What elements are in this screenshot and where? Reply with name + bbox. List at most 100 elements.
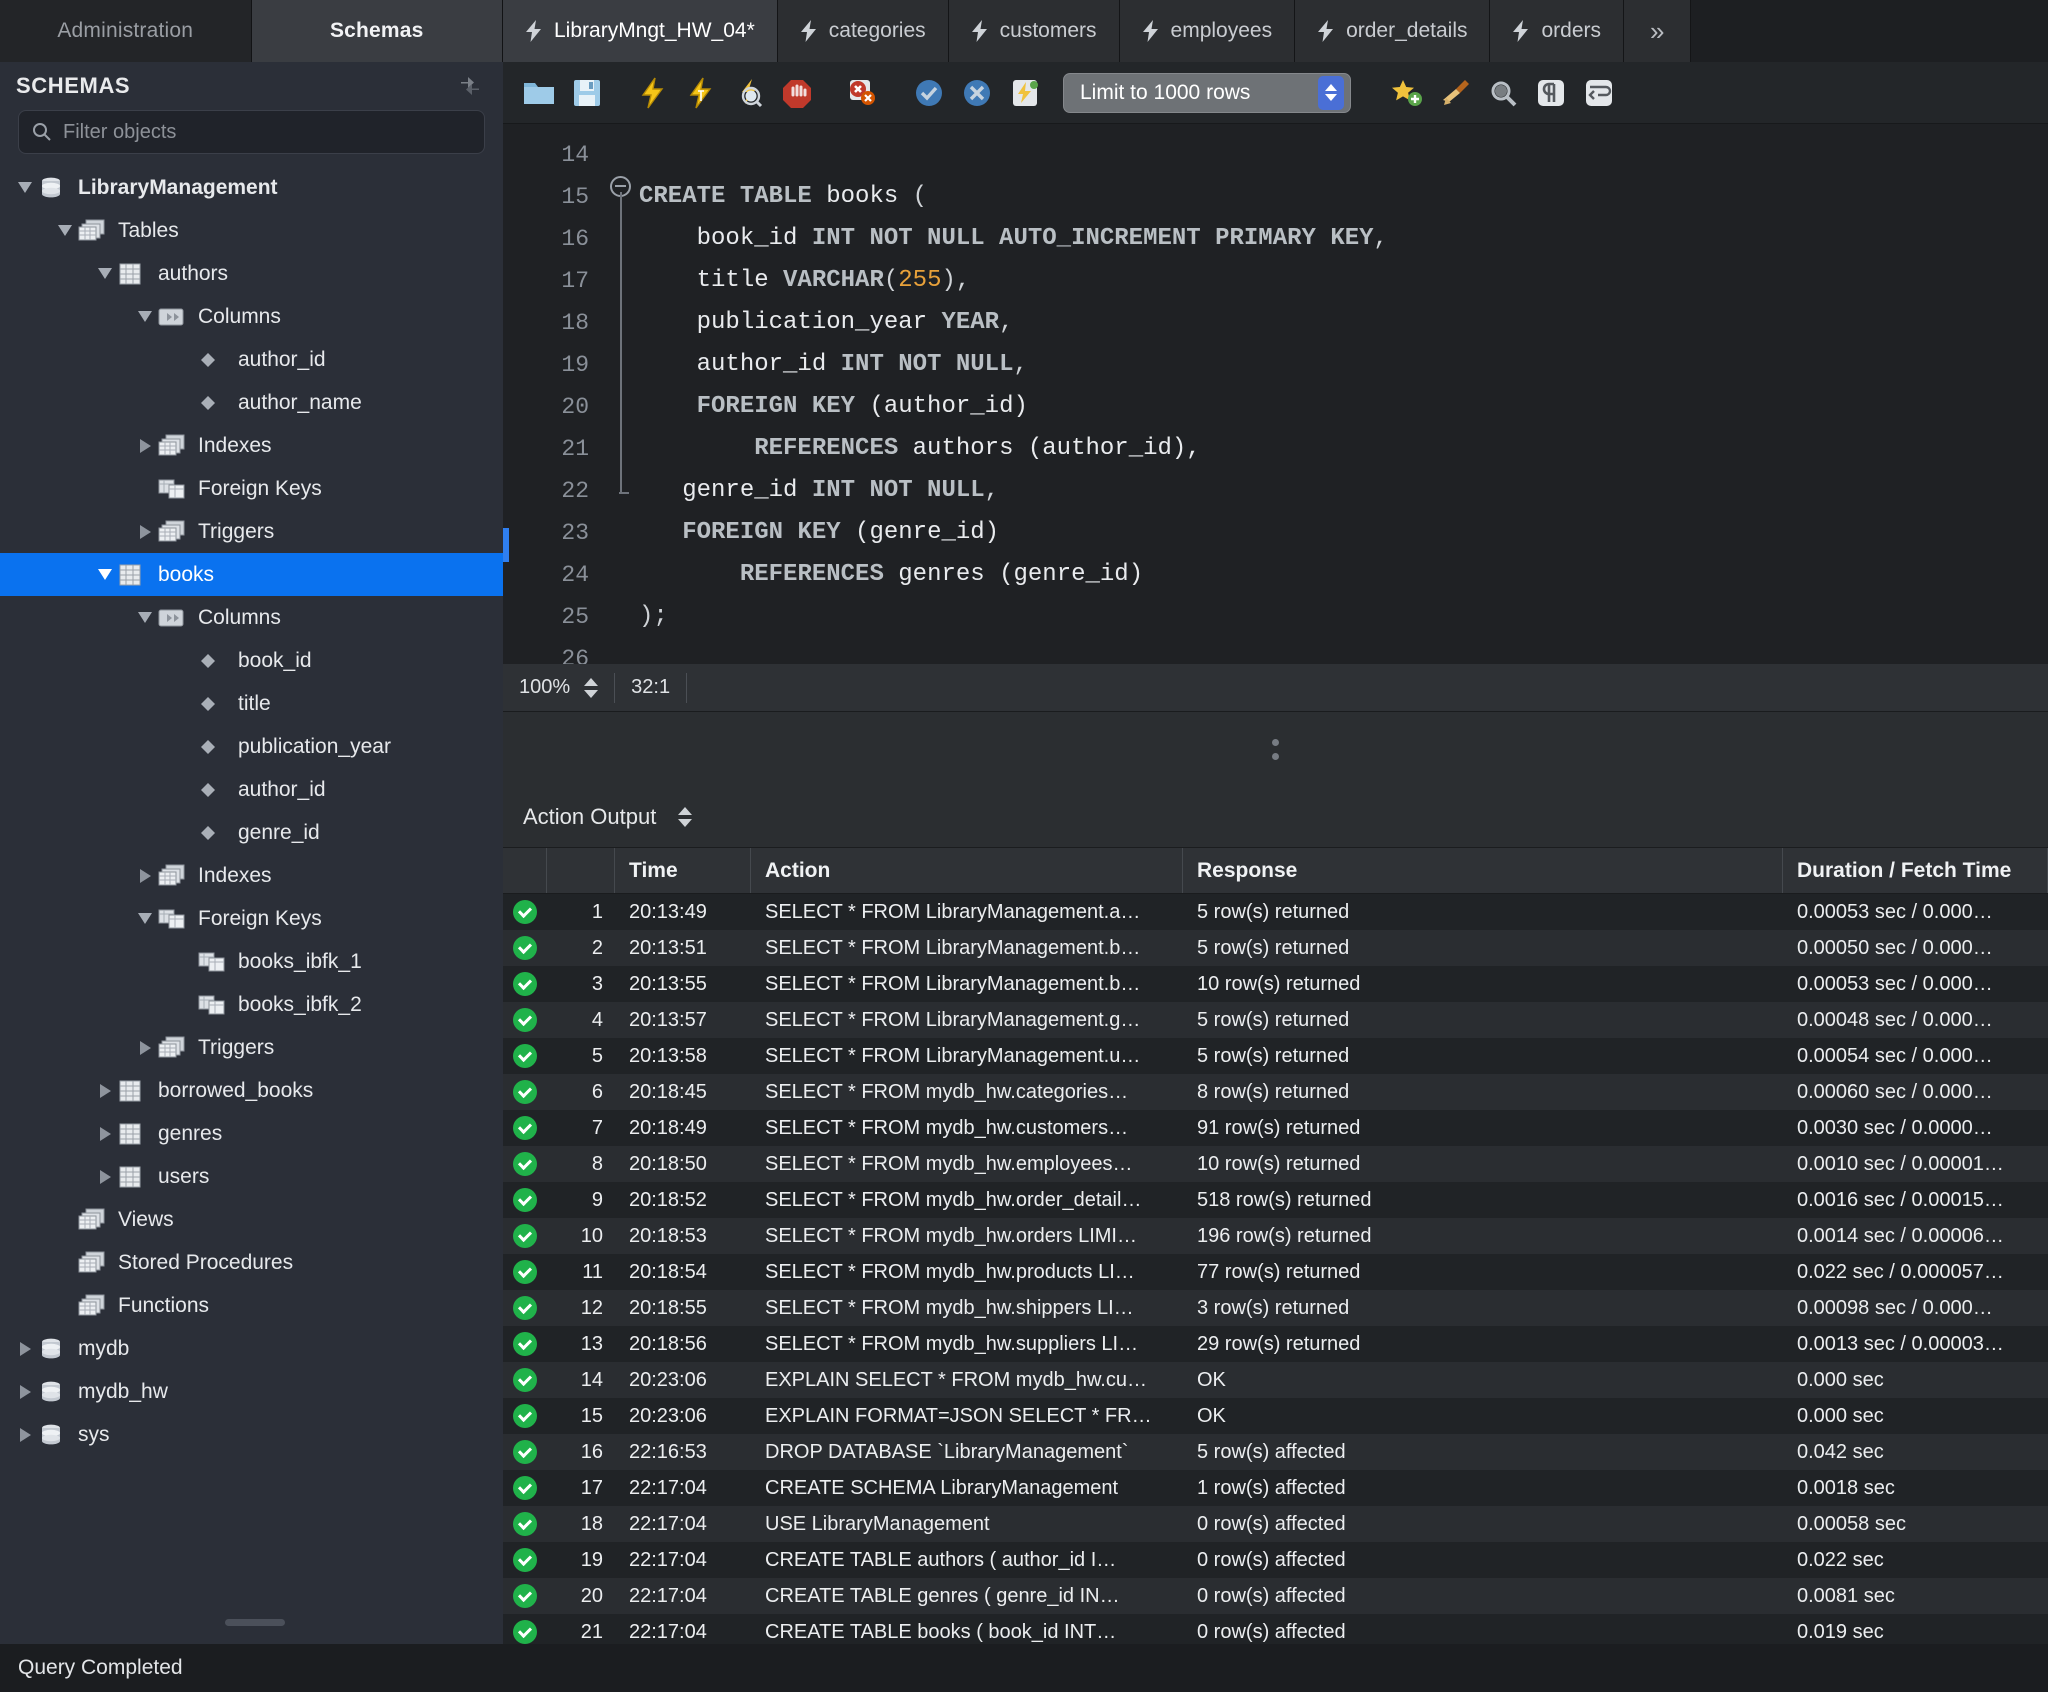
table-row[interactable]: 21 22:17:04 CREATE TABLE books ( book_id I… — [503, 1614, 2048, 1644]
execute-current-statement-icon[interactable] — [677, 69, 725, 117]
toggle-wrapping-icon[interactable] — [1575, 69, 1623, 117]
tree-twisty-icon[interactable] — [92, 1083, 118, 1098]
tab-administration[interactable]: Administration — [0, 0, 252, 62]
toggle-invisible-chars-icon[interactable] — [1527, 69, 1575, 117]
code-line[interactable]: book_id INT NOT NULL AUTO_INCREMENT PRIM… — [639, 218, 2048, 260]
tree-twisty-icon[interactable] — [52, 225, 78, 236]
table-row[interactable]: 15 20:23:06 EXPLAIN FORMAT=JSON SELECT * F… — [503, 1398, 2048, 1434]
code-line[interactable]: REFERENCES authors (author_id), — [639, 428, 2048, 470]
table-row[interactable]: 8 20:18:50 SELECT * FROM mydb_hw.employees… — [503, 1146, 2048, 1182]
tree-twisty-icon[interactable] — [132, 524, 158, 539]
tree-node-books_ibfk_2[interactable]: books_ibfk_2 — [0, 983, 503, 1026]
grid-column-header[interactable]: Duration / Fetch Time — [1783, 848, 2048, 893]
tree-node-columns[interactable]: Columns — [0, 295, 503, 338]
tree-node-books[interactable]: books — [0, 553, 503, 596]
tree-node-author_id[interactable]: author_id — [0, 338, 503, 381]
tree-node-users[interactable]: users — [0, 1155, 503, 1198]
sql-tab-librarymngt_hw_04[interactable]: LibraryMngt_HW_04* — [503, 0, 778, 62]
tree-node-author_name[interactable]: author_name — [0, 381, 503, 424]
table-row[interactable]: 10 20:18:53 SELECT * FROM mydb_hw.orders L… — [503, 1218, 2048, 1254]
sql-tab-categories[interactable]: categories — [777, 0, 949, 62]
table-row[interactable]: 4 20:13:57 SELECT * FROM LibraryManagement… — [503, 1002, 2048, 1038]
table-row[interactable]: 9 20:18:52 SELECT * FROM mydb_hw.order_det… — [503, 1182, 2048, 1218]
table-row[interactable]: 1 20:13:49 SELECT * FROM LibraryManagement… — [503, 894, 2048, 930]
tree-node-books_ibfk_1[interactable]: books_ibfk_1 — [0, 940, 503, 983]
code-line[interactable] — [639, 134, 2048, 176]
schema-tree[interactable]: LibraryManagement Tables authors Columns aut… — [0, 164, 503, 1644]
commit-icon[interactable] — [905, 69, 953, 117]
tree-node-columns[interactable]: Columns — [0, 596, 503, 639]
tree-node-sys[interactable]: sys — [0, 1413, 503, 1456]
tree-node-foreign-keys[interactable]: Foreign Keys — [0, 467, 503, 510]
table-row[interactable]: 12 20:18:55 SELECT * FROM mydb_hw.shippers… — [503, 1290, 2048, 1326]
code-line[interactable]: ); — [639, 596, 2048, 638]
grid-column-header[interactable] — [503, 848, 547, 893]
code-line[interactable]: publication_year YEAR, — [639, 302, 2048, 344]
tree-node-tables[interactable]: Tables — [0, 209, 503, 252]
code-line[interactable] — [639, 638, 2048, 664]
tree-node-title[interactable]: title — [0, 682, 503, 725]
tree-node-functions[interactable]: Functions — [0, 1284, 503, 1327]
tree-node-mydb_hw[interactable]: mydb_hw — [0, 1370, 503, 1413]
tree-twisty-icon[interactable] — [12, 1341, 38, 1356]
beautify-sql-icon[interactable] — [1431, 69, 1479, 117]
sql-code-content[interactable]: CREATE TABLE books ( book_id INT NOT NUL… — [639, 124, 2048, 664]
table-row[interactable]: 17 22:17:04 CREATE SCHEMA LibraryManagemen… — [503, 1470, 2048, 1506]
tree-node-views[interactable]: Views — [0, 1198, 503, 1241]
code-line[interactable]: genre_id INT NOT NULL, — [639, 470, 2048, 512]
tree-node-borrowed_books[interactable]: borrowed_books — [0, 1069, 503, 1112]
stop-execution-icon[interactable] — [773, 69, 821, 117]
tree-node-indexes[interactable]: Indexes — [0, 424, 503, 467]
table-row[interactable]: 7 20:18:49 SELECT * FROM mydb_hw.customers… — [503, 1110, 2048, 1146]
open-sql-script-icon[interactable] — [515, 69, 563, 117]
code-line[interactable]: FOREIGN KEY (genre_id) — [639, 512, 2048, 554]
row-limit-stepper-icon[interactable] — [1318, 75, 1344, 110]
search-input[interactable]: Filter objects — [18, 110, 485, 154]
row-limit-select[interactable]: Limit to 1000 rows — [1063, 72, 1351, 113]
stop-on-error-icon[interactable] — [839, 69, 887, 117]
tree-node-triggers[interactable]: Triggers — [0, 510, 503, 553]
tree-node-genre_id[interactable]: genre_id — [0, 811, 503, 854]
tree-twisty-icon[interactable] — [132, 311, 158, 322]
table-row[interactable]: 2 20:13:51 SELECT * FROM LibraryManagement… — [503, 930, 2048, 966]
panel-splitter[interactable] — [503, 712, 2048, 786]
code-line[interactable]: REFERENCES genres (genre_id) — [639, 554, 2048, 596]
tree-node-authors[interactable]: authors — [0, 252, 503, 295]
table-row[interactable]: 18 22:17:04 USE LibraryManagement 0 row(s) … — [503, 1506, 2048, 1542]
table-row[interactable]: 11 20:18:54 SELECT * FROM mydb_hw.products… — [503, 1254, 2048, 1290]
table-row[interactable]: 19 22:17:04 CREATE TABLE authors ( author_… — [503, 1542, 2048, 1578]
tree-twisty-icon[interactable] — [132, 868, 158, 883]
tree-twisty-icon[interactable] — [132, 438, 158, 453]
execute-statement-icon[interactable] — [629, 69, 677, 117]
table-row[interactable]: 13 20:18:56 SELECT * FROM mydb_hw.supplier… — [503, 1326, 2048, 1362]
tree-twisty-icon[interactable] — [92, 569, 118, 580]
tree-twisty-icon[interactable] — [132, 913, 158, 924]
rollback-icon[interactable] — [953, 69, 1001, 117]
table-row[interactable]: 20 22:17:04 CREATE TABLE genres ( genre_id… — [503, 1578, 2048, 1614]
grid-rows[interactable]: 1 20:13:49 SELECT * FROM LibraryManagement… — [503, 894, 2048, 1644]
tree-node-genres[interactable]: genres — [0, 1112, 503, 1155]
sql-tab-customers[interactable]: customers — [948, 0, 1120, 62]
table-row[interactable]: 5 20:13:58 SELECT * FROM LibraryManagement… — [503, 1038, 2048, 1074]
tree-node-foreign-keys[interactable]: Foreign Keys — [0, 897, 503, 940]
tree-node-librarymanagement[interactable]: LibraryManagement — [0, 166, 503, 209]
sql-tab-orders[interactable]: orders — [1490, 0, 1625, 62]
refresh-icon[interactable] — [457, 73, 483, 99]
code-line[interactable]: CREATE TABLE books ( — [639, 176, 2048, 218]
autocommit-icon[interactable] — [1001, 69, 1049, 117]
tab-overflow-button[interactable]: » — [1624, 0, 1692, 62]
grid-column-header[interactable]: Action — [751, 848, 1183, 893]
save-script-icon[interactable] — [563, 69, 611, 117]
sql-tab-order_details[interactable]: order_details — [1295, 0, 1491, 62]
tree-twisty-icon[interactable] — [92, 268, 118, 279]
tree-node-indexes[interactable]: Indexes — [0, 854, 503, 897]
tree-twisty-icon[interactable] — [92, 1169, 118, 1184]
tree-twisty-icon[interactable] — [12, 1427, 38, 1442]
table-row[interactable]: 6 20:18:45 SELECT * FROM mydb_hw.categorie… — [503, 1074, 2048, 1110]
add-snippet-icon[interactable] — [1383, 69, 1431, 117]
tree-node-publication_year[interactable]: publication_year — [0, 725, 503, 768]
grid-column-header[interactable]: Response — [1183, 848, 1783, 893]
tree-twisty-icon[interactable] — [12, 182, 38, 193]
table-row[interactable]: 16 22:16:53 DROP DATABASE `LibraryManageme… — [503, 1434, 2048, 1470]
grid-column-header[interactable] — [547, 848, 615, 893]
